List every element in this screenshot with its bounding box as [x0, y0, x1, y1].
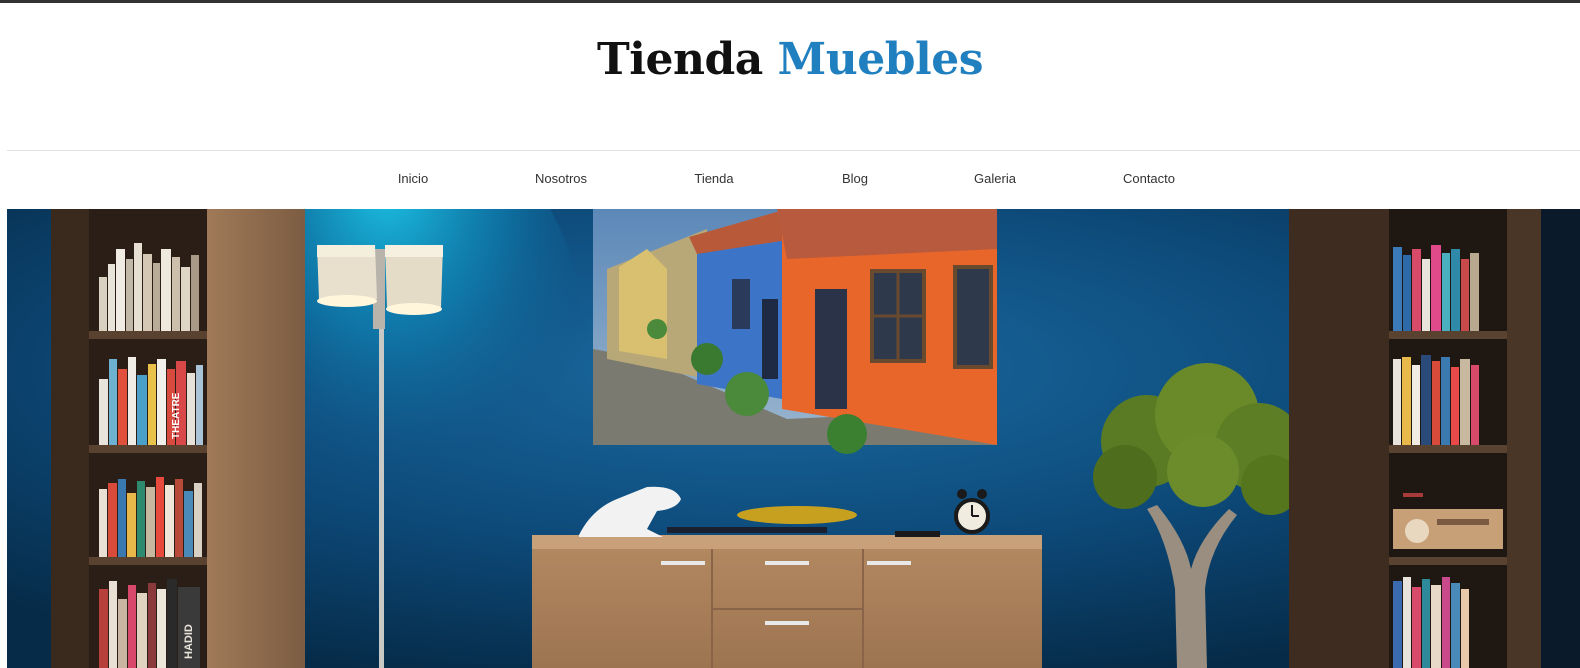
site-title-accent: Muebles — [777, 34, 984, 85]
nav-item-inicio[interactable]: Inicio — [398, 171, 428, 186]
wooden-dresser — [532, 535, 1042, 668]
nav-item-nosotros[interactable]: Nosotros — [535, 171, 587, 186]
book-spine-hadid: HADID — [183, 624, 195, 659]
wall-painting — [593, 209, 997, 454]
right-bookshelf — [1289, 209, 1580, 668]
nav-item-contacto[interactable]: Contacto — [1123, 171, 1175, 186]
nav-item-blog[interactable]: Blog — [842, 171, 868, 186]
site-title[interactable]: Tienda Muebles — [0, 30, 1580, 90]
site-title-main: Tienda — [597, 34, 763, 85]
left-bookshelf: HADID THEATRE — [51, 209, 305, 668]
book-spine-theatre: THEATRE — [171, 392, 182, 439]
top-border — [0, 0, 1580, 3]
hero-banner: HADID THEATRE — [7, 209, 1580, 668]
main-navigation: Inicio Nosotros Tienda Blog Galeria Cont… — [0, 151, 1580, 209]
hero-image: HADID THEATRE — [7, 209, 1580, 668]
nav-item-galeria[interactable]: Galeria — [974, 171, 1016, 186]
nav-item-tienda[interactable]: Tienda — [694, 171, 733, 186]
